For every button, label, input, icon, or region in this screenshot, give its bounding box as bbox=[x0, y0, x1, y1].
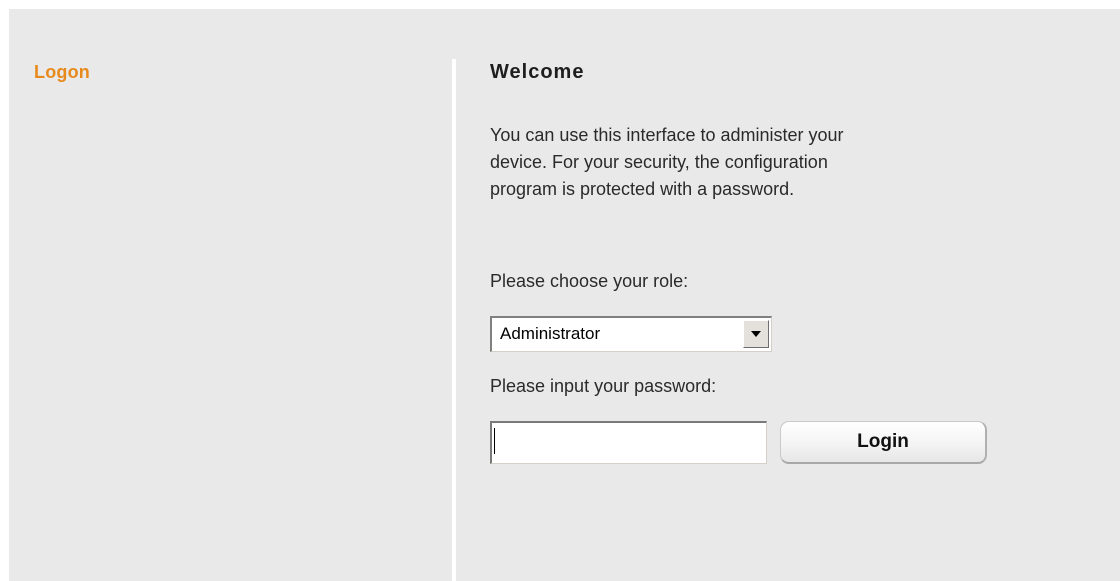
text-caret bbox=[494, 428, 495, 454]
intro-line: You can use this interface to administer… bbox=[490, 125, 844, 145]
password-field[interactable] bbox=[490, 421, 767, 464]
sidebar-item-logon[interactable]: Logon bbox=[34, 62, 90, 83]
divider bbox=[452, 59, 456, 581]
role-select-dropdown-button[interactable] bbox=[743, 320, 769, 348]
chevron-down-icon bbox=[751, 331, 761, 337]
password-label: Please input your password: bbox=[490, 376, 717, 396]
page-title: Welcome bbox=[490, 61, 585, 83]
intro-text: You can use this interface to administer… bbox=[490, 122, 1010, 203]
intro-line: program is protected with a password. bbox=[490, 179, 795, 199]
login-button[interactable]: Login bbox=[780, 421, 987, 464]
main-content: Welcome You can use this interface to ad… bbox=[490, 9, 1090, 581]
sidebar: Logon bbox=[9, 9, 451, 581]
role-select-value: Administrator bbox=[500, 324, 601, 343]
role-select[interactable]: Administrator bbox=[490, 316, 772, 352]
role-label: Please choose your role: bbox=[490, 271, 689, 291]
page-panel: Logon Welcome You can use this interface… bbox=[9, 9, 1120, 581]
intro-line: device. For your security, the configura… bbox=[490, 152, 828, 172]
